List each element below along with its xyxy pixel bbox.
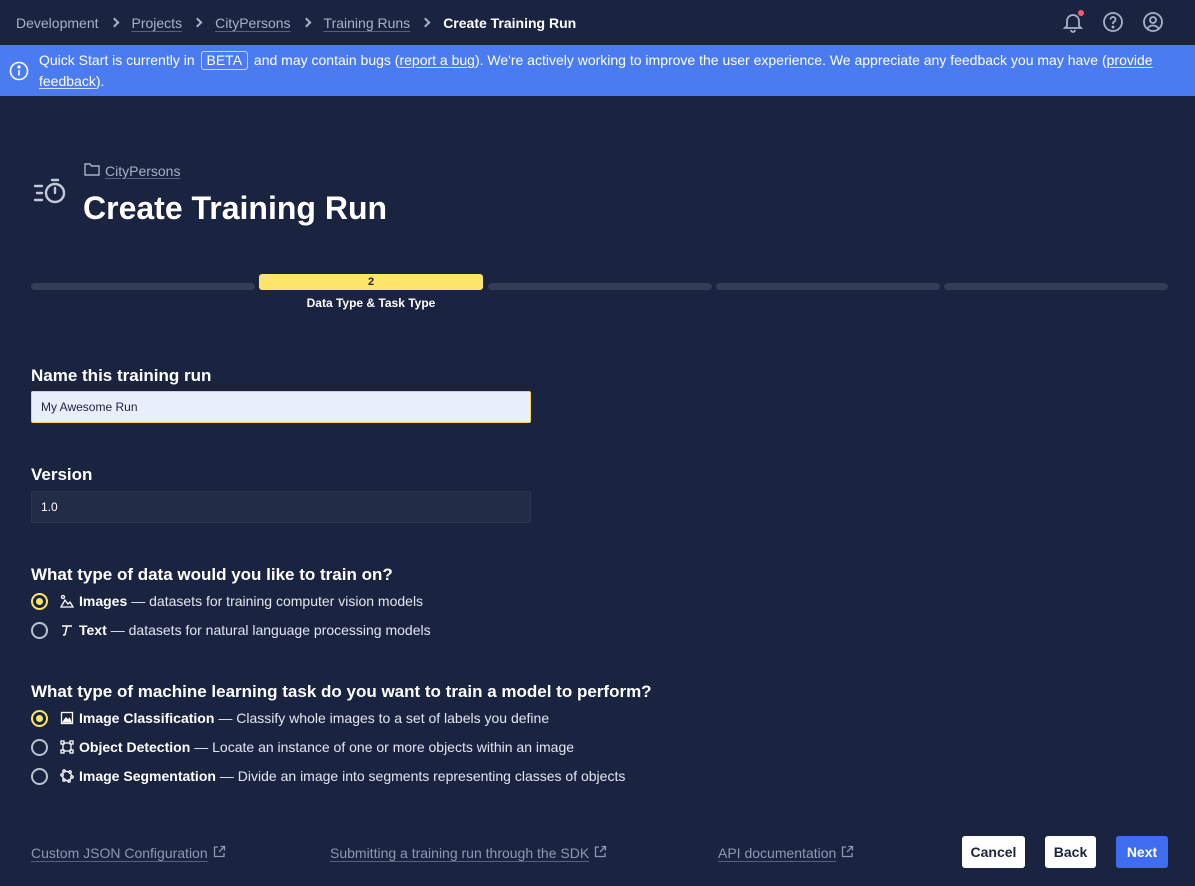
option-desc: — Locate an instance of one or more obje… <box>194 739 575 755</box>
step-2-label: Data Type & Task Type <box>306 296 436 310</box>
external-link-icon <box>594 845 607 861</box>
link-label: API documentation <box>718 845 837 861</box>
task-question: What type of machine learning task do yo… <box>31 682 652 701</box>
breadcrumb-current: Create Training Run <box>443 14 577 31</box>
radio-image-segmentation[interactable] <box>31 767 48 785</box>
step-3-track <box>488 283 712 290</box>
step-4-track <box>716 283 940 290</box>
banner-text-3: ). We're actively working to improve the… <box>474 52 1107 68</box>
chevron-right-icon <box>109 17 119 28</box>
top-nav: Development Projects CityPersons Trainin… <box>0 0 1195 45</box>
breadcrumb-training-runs[interactable]: Training Runs <box>324 15 411 31</box>
version-label: Version <box>31 465 93 484</box>
option-desc: — Classify whole images to a set of labe… <box>218 710 550 726</box>
chevron-right-icon <box>420 17 431 28</box>
breadcrumb-development[interactable]: Development <box>16 15 99 31</box>
radio-image-classification[interactable] <box>31 709 48 727</box>
user-icon[interactable] <box>1141 10 1165 34</box>
task-option-image-segmentation[interactable]: Image Segmentation — Divide an image int… <box>31 765 625 787</box>
breadcrumb-projects[interactable]: Projects <box>132 15 183 31</box>
banner-text-1: Quick Start is currently in <box>39 52 195 68</box>
info-icon <box>9 61 29 87</box>
bell-icon[interactable] <box>1061 10 1085 34</box>
project-name: CityPersons <box>105 162 181 179</box>
stepper: 2 Data Type & Task Type <box>31 274 1168 314</box>
option-desc: — datasets for natural language processi… <box>110 622 431 638</box>
beta-badge: BETA <box>200 51 249 70</box>
breadcrumb-citypersons[interactable]: CityPersons <box>215 15 290 31</box>
page-title: Create Training Run <box>83 190 388 226</box>
report-bug-link[interactable]: report a bug <box>399 52 475 68</box>
version-input[interactable] <box>31 491 531 523</box>
segmentation-icon <box>60 769 74 783</box>
banner-text-2: and may contain bugs ( <box>253 52 400 68</box>
step-2-active: 2 <box>259 274 483 290</box>
beta-banner: Quick Start is currently in BETA and may… <box>0 45 1195 96</box>
images-icon <box>59 594 75 608</box>
step-5-track <box>944 283 1168 290</box>
option-desc: — datasets for training computer vision … <box>131 593 424 609</box>
breadcrumb: Development Projects CityPersons Trainin… <box>16 15 576 31</box>
external-link-icon <box>841 845 854 861</box>
option-title: Text <box>79 622 107 638</box>
next-button[interactable]: Next <box>1116 836 1168 868</box>
data-type-option-text[interactable]: Text — datasets for natural language pro… <box>31 619 431 641</box>
option-title: Images <box>79 593 128 609</box>
back-button[interactable]: Back <box>1045 836 1096 868</box>
task-option-image-classification[interactable]: Image Classification — Classify whole im… <box>31 707 549 729</box>
task-option-object-detection[interactable]: Object Detection — Locate an instance of… <box>31 736 574 758</box>
radio-text[interactable] <box>31 621 48 639</box>
chevron-right-icon <box>192 17 203 28</box>
option-title: Image Classification <box>79 710 215 726</box>
help-icon[interactable] <box>1101 10 1125 34</box>
folder-icon <box>84 162 100 179</box>
link-label: Submitting a training run through the SD… <box>330 845 590 861</box>
radio-images[interactable] <box>31 592 48 610</box>
custom-json-link[interactable]: Custom JSON Configuration <box>31 845 226 861</box>
radio-object-detection[interactable] <box>31 738 48 756</box>
step-1-track <box>31 283 255 290</box>
text-icon <box>60 623 74 637</box>
image-icon <box>60 711 74 725</box>
top-icons <box>1061 10 1165 34</box>
name-label: Name this training run <box>31 366 212 385</box>
bounding-box-icon <box>60 740 74 754</box>
chevron-right-icon <box>301 17 311 28</box>
api-docs-link[interactable]: API documentation <box>718 845 854 861</box>
data-type-question: What type of data would you like to trai… <box>31 565 393 584</box>
external-link-icon <box>213 845 226 861</box>
option-title: Object Detection <box>79 739 191 755</box>
notification-dot <box>1078 10 1084 16</box>
option-title: Image Segmentation <box>79 768 216 784</box>
sdk-link[interactable]: Submitting a training run through the SD… <box>330 845 607 861</box>
cancel-button[interactable]: Cancel <box>962 836 1025 868</box>
stopwatch-icon <box>33 176 69 213</box>
data-type-option-images[interactable]: Images — datasets for training computer … <box>31 590 423 612</box>
project-link[interactable]: CityPersons <box>84 162 180 179</box>
banner-text-4: ). <box>95 73 105 89</box>
option-desc: — Divide an image into segments represen… <box>219 768 626 784</box>
name-input[interactable] <box>31 391 531 423</box>
link-label: Custom JSON Configuration <box>31 845 208 861</box>
